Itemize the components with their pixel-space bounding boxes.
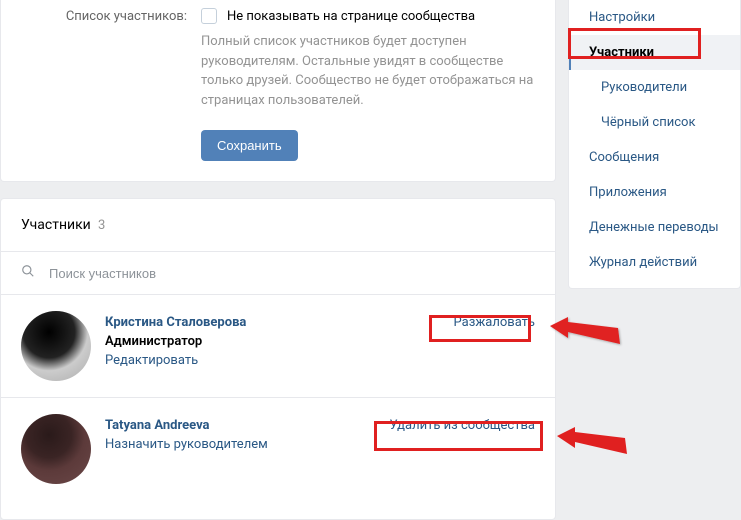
member-role: Администратор <box>105 334 454 349</box>
member-name-link[interactable]: Кристина Сталоверова <box>105 315 454 330</box>
participants-count: 3 <box>98 218 105 233</box>
remove-link[interactable]: Удалить из сообщества <box>390 418 535 433</box>
nav-money[interactable]: Денежные переводы <box>569 210 740 245</box>
avatar[interactable] <box>21 414 91 484</box>
nav-participants[interactable]: Участники <box>569 35 740 70</box>
avatar[interactable] <box>21 311 91 381</box>
checkbox-label: Не показывать на странице сообщества <box>227 9 475 24</box>
side-nav: Настройки Участники Руководители Чёрный … <box>568 0 741 289</box>
participants-header: Участники 3 <box>1 199 555 252</box>
nav-blacklist[interactable]: Чёрный список <box>569 105 740 140</box>
field-label: Список участников: <box>21 8 201 110</box>
save-button[interactable]: Сохранить <box>201 130 298 161</box>
member-row: Tatyana Andreeva Назначить руководителем… <box>1 398 555 500</box>
member-name-link[interactable]: Tatyana Andreeva <box>105 418 390 433</box>
help-text: Полный список участников будет доступен … <box>201 32 535 110</box>
nav-settings[interactable]: Настройки <box>569 0 740 35</box>
participants-panel: Участники 3 Кристина Сталоверова Админис… <box>0 198 556 520</box>
demote-link[interactable]: Разжаловать <box>454 315 535 330</box>
nav-messages[interactable]: Сообщения <box>569 140 740 175</box>
search-bar <box>1 252 555 295</box>
search-input[interactable] <box>49 266 535 281</box>
edit-link[interactable]: Редактировать <box>105 353 454 368</box>
nav-managers[interactable]: Руководители <box>569 70 740 105</box>
settings-panel: Список участников: Не показывать на стра… <box>0 0 556 182</box>
hide-members-checkbox[interactable] <box>201 8 217 24</box>
nav-apps[interactable]: Приложения <box>569 175 740 210</box>
assign-admin-link[interactable]: Назначить руководителем <box>105 437 390 452</box>
participants-title: Участники <box>21 217 91 233</box>
member-row: Кристина Сталоверова Администратор Редак… <box>1 295 555 398</box>
search-icon <box>21 264 35 282</box>
nav-log[interactable]: Журнал действий <box>569 245 740 280</box>
